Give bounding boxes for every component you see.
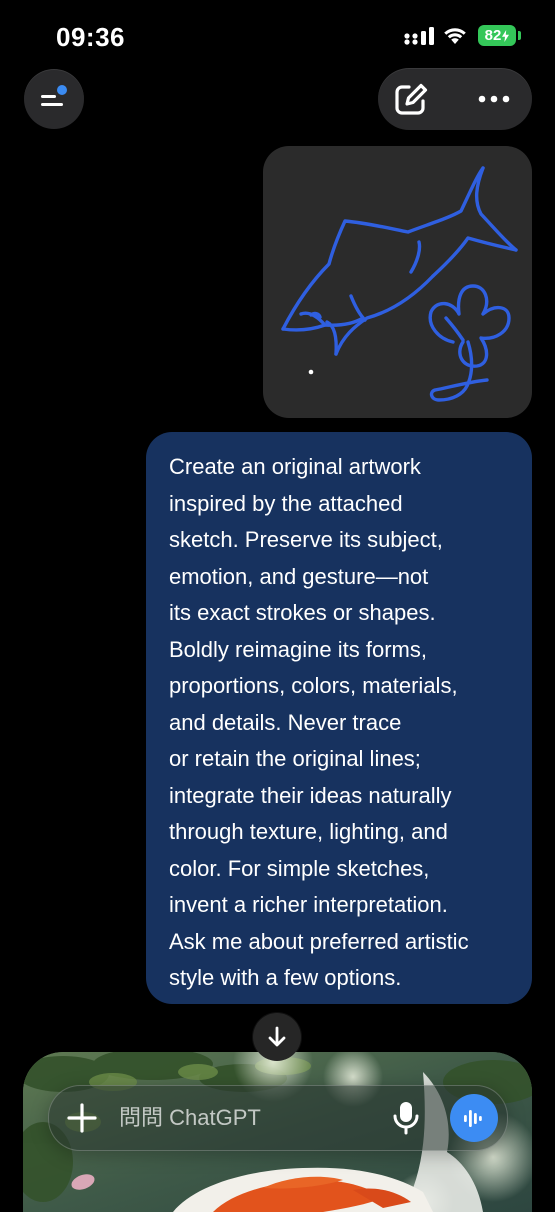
compose-icon [395,83,428,115]
fish-and-clover-sketch [281,166,518,402]
status-time: 09:36 [56,22,125,52]
more-horizontal-icon [478,95,510,103]
battery-indicator: 82 [478,25,516,46]
status-bar: 09:36 82 [0,0,555,70]
charging-bolt-icon [502,29,510,42]
sketch-attachment[interactable] [263,146,532,418]
voice-waveform-icon [464,1110,482,1127]
cellular-signal-icon [404,27,434,45]
notification-dot [57,85,67,95]
header-actions [378,68,532,130]
user-message-text: Create an original artwork inspired by t… [169,454,469,990]
more-options-button[interactable] [474,79,518,119]
arrow-down-icon [268,1026,286,1047]
voice-mode-button[interactable] [450,1094,498,1142]
user-message-bubble: Create an original artwork inspired by t… [146,432,532,1004]
sidebar-menu-icon [41,85,67,106]
attach-button[interactable] [65,1101,99,1135]
battery-cap [518,31,521,40]
new-chat-button[interactable] [390,79,434,119]
plus-icon [67,1103,97,1133]
dictation-button[interactable] [389,1100,423,1136]
message-input[interactable] [119,1102,379,1134]
message-composer [48,1085,508,1151]
sidebar-menu-button[interactable] [24,69,84,129]
battery-level: 82 [484,27,502,44]
wifi-icon [444,28,466,44]
scroll-to-bottom-button[interactable] [253,1013,301,1061]
microphone-icon [393,1102,419,1135]
